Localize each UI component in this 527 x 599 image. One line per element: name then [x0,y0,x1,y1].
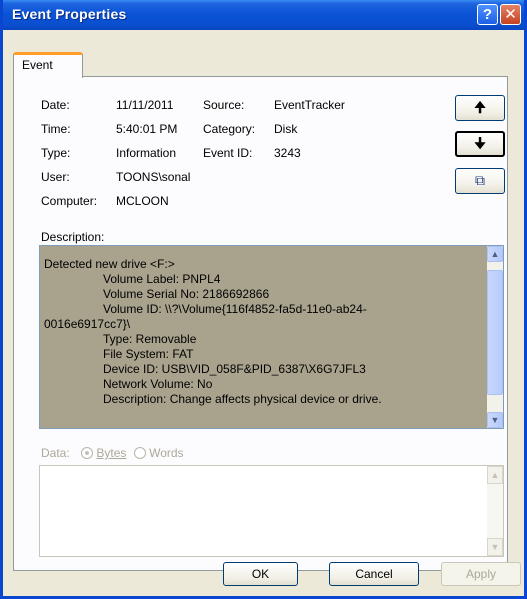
copy-button[interactable]: ⧉ [455,168,505,194]
user-value: TOONS\sonal [116,170,191,184]
data-scroll-up-button[interactable]: ▲ [487,466,503,484]
data-scrollbar[interactable]: ▲ ▼ [487,466,503,556]
words-radio[interactable]: Words [133,446,184,460]
cancel-button[interactable]: Cancel [329,562,419,586]
scroll-down-button[interactable]: ▼ [487,412,503,428]
close-button[interactable]: ✕ [500,4,521,25]
type-value: Information [116,146,177,160]
computer-value: MCLOON [116,194,169,208]
source-label: Source: [203,98,245,112]
description-line: Device ID: USB\VID_058F&PID_6387\X6G7JFL… [103,362,366,376]
description-line: Volume ID: \\?\Volume{116f4852-fa5d-11e0… [103,302,367,316]
scroll-up-button[interactable]: ▲ [487,246,503,262]
words-radio-circle [133,447,146,459]
window-title: Event Properties [12,6,127,22]
description-line: Type: Removable [103,332,197,346]
ok-button[interactable]: OK [223,562,298,586]
event-properties-window: Event Properties ? ✕ Event Date: 11/11/2… [0,0,527,599]
words-radio-label: Words [149,446,184,460]
cancel-button-label: Cancel [355,567,393,581]
time-value: 5:40:01 PM [116,122,178,136]
source-value: EventTracker [274,98,345,112]
description-line: Volume Serial No: 2186692866 [103,287,270,301]
computer-label: Computer: [41,194,98,208]
description-scrollbar[interactable]: ▲ ▼ [487,246,503,428]
arrow-down-icon: 🠋 [474,135,486,151]
description-line: Volume Label: PNPL4 [103,272,221,286]
chevron-up-icon: ▲ [490,470,500,480]
description-line: 0016e6917cc7}\ [44,317,131,331]
close-icon: ✕ [504,6,517,23]
previous-event-button[interactable]: 🠉 [455,95,505,121]
time-label: Time: [41,122,71,136]
data-format-row: Data: Bytes Words [41,446,184,460]
user-label: User: [41,170,70,184]
description-textbox[interactable]: Detected new drive <F:> Volume Label: PN… [39,245,504,429]
chevron-up-icon: ▲ [490,249,500,259]
tab-event-label: Event [22,58,53,72]
help-button[interactable]: ? [477,4,498,25]
title-bar[interactable]: Event Properties ? ✕ [3,0,524,30]
description-line: Description: Change affects physical dev… [103,392,382,406]
copy-icon: ⧉ [475,172,485,188]
category-value: Disk [274,122,298,136]
scroll-thumb[interactable] [487,270,503,395]
chevron-down-icon: ▼ [490,542,500,552]
date-value: 11/11/2011 [116,98,174,112]
description-line: File System: FAT [103,347,194,361]
chevron-down-icon: ▼ [490,415,500,425]
description-line: Detected new drive <F:> [44,257,175,271]
data-textbox[interactable]: ▲ ▼ [39,465,504,557]
help-icon: ? [482,6,493,23]
type-label: Type: [41,146,71,160]
tab-event[interactable]: Event [13,52,83,78]
arrow-up-icon: 🠉 [474,99,486,115]
data-label: Data: [41,446,70,460]
data-scroll-down-button[interactable]: ▼ [487,538,503,556]
bytes-radio-circle [81,447,94,459]
eventid-label: Event ID: [203,146,253,160]
ok-button-label: OK [251,567,270,581]
bytes-radio-label: Bytes [96,446,127,460]
bytes-radio[interactable]: Bytes [81,446,126,460]
apply-button-label: Apply [465,567,497,581]
description-label: Description: [41,230,105,244]
description-line: Network Volume: No [103,377,213,391]
next-event-button[interactable]: 🠋 [455,131,505,157]
description-content: Detected new drive <F:> Volume Label: PN… [40,246,488,428]
date-label: Date: [41,98,70,112]
eventid-value: 3243 [274,146,301,160]
category-label: Category: [203,122,256,136]
apply-button[interactable]: Apply [441,562,521,586]
